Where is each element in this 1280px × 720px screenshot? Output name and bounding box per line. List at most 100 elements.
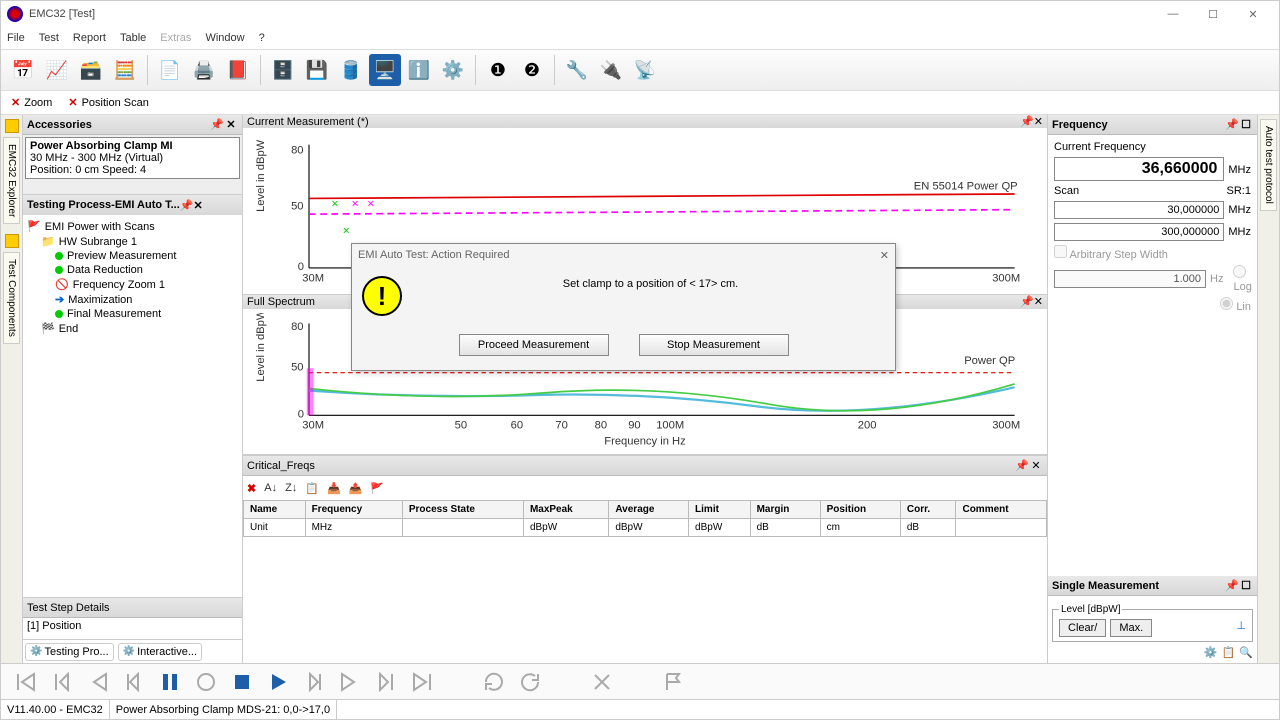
- stop-button[interactable]: Stop Measurement: [639, 334, 789, 356]
- sidebar-tab-protocol[interactable]: Auto test protocol: [1260, 119, 1277, 211]
- layers-icon[interactable]: 🗃️: [75, 54, 107, 86]
- maximize-button[interactable]: ☐: [1193, 8, 1233, 21]
- tree-zoom[interactable]: 🚫Frequency Zoom 1: [27, 277, 238, 292]
- dialog-close-icon[interactable]: ✕: [880, 249, 889, 262]
- close-icon[interactable]: ✕: [1034, 295, 1043, 308]
- dashboard-icon[interactable]: ⚙️: [437, 54, 469, 86]
- import-icon[interactable]: 📥: [327, 482, 341, 495]
- calendar-icon[interactable]: 📅: [7, 54, 39, 86]
- rewind-icon[interactable]: [83, 667, 113, 697]
- menu-window[interactable]: Window: [205, 32, 244, 44]
- transport-bar: [1, 663, 1279, 699]
- copy-icon[interactable]: 📋: [305, 482, 319, 495]
- menu-bar: File Test Report Table Extras Window ?: [1, 27, 1279, 49]
- close-button[interactable]: ✕: [1233, 8, 1273, 21]
- next-marker-icon[interactable]: [371, 667, 401, 697]
- tree-root[interactable]: 🚩 EMI Power with Scans: [27, 219, 238, 234]
- export-icon[interactable]: 📤: [349, 482, 363, 495]
- tab-position-scan[interactable]: ✕Position Scan: [68, 96, 148, 109]
- accessory-item[interactable]: Power Absorbing Clamp MI 30 MHz - 300 MH…: [25, 137, 240, 179]
- window-title: EMC32 [Test]: [29, 8, 1153, 20]
- menu-file[interactable]: File: [7, 32, 25, 44]
- pin-icon[interactable]: 📌: [210, 118, 224, 131]
- components-icon[interactable]: [5, 234, 19, 248]
- details-item[interactable]: [1] Position: [23, 618, 242, 634]
- close-icon[interactable]: ✕: [1034, 115, 1043, 128]
- monitor-icon[interactable]: 🖥️: [369, 54, 401, 86]
- flag-icon[interactable]: 🚩: [370, 482, 384, 495]
- pin-icon[interactable]: 📌: [1015, 459, 1029, 472]
- settings-icon[interactable]: ⚙️: [1204, 646, 1218, 659]
- pin-icon[interactable]: 📌: [180, 199, 194, 212]
- clear-button[interactable]: Clear/: [1059, 619, 1106, 637]
- close-icon[interactable]: ✕: [1029, 459, 1043, 472]
- record-button[interactable]: [191, 667, 221, 697]
- maximize-icon[interactable]: ☐: [1239, 579, 1253, 592]
- tree-icon[interactable]: 🧮: [109, 54, 141, 86]
- explorer-icon[interactable]: [5, 119, 19, 133]
- repeat-icon[interactable]: [479, 667, 509, 697]
- fwd-icon[interactable]: [335, 667, 365, 697]
- frequency-header: Frequency📌☐: [1048, 115, 1257, 135]
- tab-interactive[interactable]: ⚙️Interactive...: [118, 643, 202, 661]
- pin-icon[interactable]: 📌: [1225, 579, 1239, 592]
- minimize-button[interactable]: —: [1153, 8, 1193, 20]
- skip-back-icon[interactable]: [11, 667, 41, 697]
- menu-test[interactable]: Test: [39, 32, 59, 44]
- play-button[interactable]: [263, 667, 293, 697]
- chart-zoom-icon[interactable]: 📈: [41, 54, 73, 86]
- maximize-icon[interactable]: ☐: [1239, 118, 1253, 131]
- accessories-header: Accessories📌✕: [23, 115, 242, 135]
- tab-testing-process[interactable]: ⚙️Testing Pro...: [25, 643, 114, 661]
- menu-table[interactable]: Table: [120, 32, 146, 44]
- pause-button[interactable]: [155, 667, 185, 697]
- tree-preview[interactable]: Preview Measurement: [27, 249, 238, 263]
- zoom-icon[interactable]: 🔍: [1239, 646, 1253, 659]
- sidebar-tab-explorer[interactable]: EMC32 Explorer: [3, 137, 20, 224]
- flag-icon[interactable]: [659, 667, 689, 697]
- scan-start-input[interactable]: [1054, 201, 1224, 219]
- marker-icon[interactable]: ⊥: [1236, 619, 1246, 637]
- plug-icon[interactable]: 🔌: [595, 54, 627, 86]
- tree-maximization[interactable]: ➔Maximization: [27, 292, 238, 307]
- db-icon[interactable]: 🗄️: [267, 54, 299, 86]
- sidebar-tab-components[interactable]: Test Components: [3, 252, 20, 344]
- pin-icon[interactable]: 📌: [1225, 118, 1239, 131]
- new-test-icon[interactable]: 📄: [154, 54, 186, 86]
- copy-icon[interactable]: 📋: [1222, 646, 1236, 659]
- skip-fwd-icon[interactable]: [407, 667, 437, 697]
- close-icon[interactable]: ✕: [194, 199, 203, 212]
- alert1-icon[interactable]: ❶: [482, 54, 514, 86]
- stop-button[interactable]: [227, 667, 257, 697]
- db-save-icon[interactable]: 💾: [301, 54, 333, 86]
- sort-asc-icon[interactable]: A↓: [264, 482, 277, 494]
- cancel-icon[interactable]: [587, 667, 617, 697]
- db-config-icon[interactable]: 🛢️: [335, 54, 367, 86]
- critical-freqs-table[interactable]: NameFrequencyProcess StateMaxPeakAverage…: [243, 500, 1047, 537]
- tree-subrange[interactable]: 📁 HW Subrange 1: [27, 234, 238, 249]
- tab-zoom[interactable]: ✕Zoom: [11, 96, 52, 109]
- pin-icon[interactable]: 📌: [1020, 295, 1034, 308]
- tree-end[interactable]: 🏁 End: [27, 321, 238, 336]
- scan-stop-input[interactable]: [1054, 223, 1224, 241]
- step-back-icon[interactable]: [119, 667, 149, 697]
- menu-report[interactable]: Report: [73, 32, 106, 44]
- alert2-icon[interactable]: ❷: [516, 54, 548, 86]
- sort-desc-icon[interactable]: Z↓: [285, 482, 297, 494]
- menu-help[interactable]: ?: [259, 32, 265, 44]
- antenna-icon[interactable]: 📡: [629, 54, 661, 86]
- tree-final[interactable]: Final Measurement: [27, 307, 238, 321]
- close-icon[interactable]: ✕: [224, 118, 238, 131]
- info-icon[interactable]: ℹ️: [403, 54, 435, 86]
- delete-icon[interactable]: ✖: [247, 482, 256, 495]
- proceed-button[interactable]: Proceed Measurement: [459, 334, 609, 356]
- refresh-icon[interactable]: [515, 667, 545, 697]
- prev-marker-icon[interactable]: [47, 667, 77, 697]
- wrench-icon[interactable]: 🔧: [561, 54, 593, 86]
- pin-icon[interactable]: 📌: [1020, 115, 1034, 128]
- tree-reduction[interactable]: Data Reduction: [27, 263, 238, 277]
- max-button[interactable]: Max.: [1110, 619, 1152, 637]
- export-pdf-icon[interactable]: 📕: [222, 54, 254, 86]
- print-icon[interactable]: 🖨️: [188, 54, 220, 86]
- step-fwd-icon[interactable]: [299, 667, 329, 697]
